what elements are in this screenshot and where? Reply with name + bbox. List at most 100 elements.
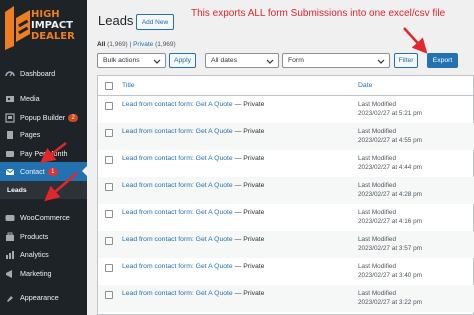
sidebar-item-marketing[interactable]: Marketing — [0, 264, 87, 283]
sidebar-item-analytics[interactable]: Analytics — [0, 245, 87, 264]
date-label: Last Modified — [358, 128, 397, 135]
lead-title-link[interactable]: Lead from contact form: Get A Quote — [122, 182, 233, 189]
annotation-text: This exports ALL form Submissions into o… — [191, 8, 446, 19]
logo[interactable]: HIGH IMPACT DEALER — [0, 0, 87, 56]
form-select[interactable]: Form — [282, 53, 390, 68]
form-value: Form — [288, 57, 304, 64]
sidebar-item-pay-per-month[interactable]: Pay Per Month — [0, 144, 87, 163]
bulk-actions-value: Bulk actions — [103, 57, 140, 64]
date-label: Last Modified — [358, 101, 397, 108]
row-checkbox[interactable] — [105, 183, 113, 191]
analytics-icon — [4, 249, 15, 260]
mail-icon — [4, 166, 15, 177]
pay-icon — [4, 148, 15, 159]
lead-title-link[interactable]: Lead from contact form: Get A Quote — [122, 155, 233, 162]
post-status: — Private — [232, 128, 265, 135]
table-row: Lead from contact form: Get A Quote — Pr… — [98, 150, 474, 177]
date-label: Last Modified — [358, 290, 397, 297]
sidebar-item-woocommerce[interactable]: WooCommerce — [0, 208, 87, 227]
media-icon — [4, 93, 15, 104]
row-title: Lead from contact form: Get A Quote — Pr… — [122, 155, 264, 162]
apply-button[interactable]: Apply — [169, 53, 196, 68]
chevron-down-icon — [266, 59, 274, 64]
status-filters: All (1,969) | Private (1,969) — [97, 41, 176, 48]
column-title[interactable]: Title — [122, 82, 135, 89]
logo-line-2: IMPACT — [31, 20, 73, 31]
table-row: Lead from contact form: Get A Quote — Pr… — [98, 285, 474, 312]
filter-private[interactable]: Private — [133, 41, 153, 48]
pages-icon — [4, 129, 15, 140]
sidebar-item-products[interactable]: Products — [0, 227, 87, 246]
logo-line-1: HIGH — [31, 9, 60, 20]
row-checkbox[interactable] — [105, 210, 113, 218]
filter-all-count: (1,969) — [107, 41, 128, 48]
row-checkbox[interactable] — [105, 129, 113, 137]
woo-icon — [4, 212, 15, 223]
post-status: — Private — [232, 209, 265, 216]
date-value: 2023/02/27 at 4:44 pm — [358, 164, 422, 171]
table-row: Lead from contact form: Get A Quote — Pr… — [98, 96, 474, 123]
chevron-down-icon — [377, 59, 385, 64]
date-label: Last Modified — [358, 236, 397, 243]
lead-title-link[interactable]: Lead from contact form: Get A Quote — [122, 209, 233, 216]
date-label: Last Modified — [358, 155, 397, 162]
date-value: 2023/02/27 at 4:55 pm — [358, 137, 422, 144]
export-button[interactable]: Export — [427, 53, 458, 68]
row-title: Lead from contact form: Get A Quote — Pr… — [122, 128, 264, 135]
bulk-actions-select[interactable]: Bulk actions — [97, 53, 166, 68]
logo-line-3: DEALER — [31, 31, 75, 42]
sidebar-item-pages[interactable]: Pages — [0, 125, 87, 144]
filter-all[interactable]: All — [97, 41, 105, 48]
row-checkbox[interactable] — [105, 264, 113, 272]
dates-select[interactable]: All dates — [205, 53, 279, 68]
dates-value: All dates — [211, 57, 238, 64]
date-label: Last Modified — [358, 263, 397, 270]
leads-table: Title Date Lead from contact form: Get A… — [97, 75, 474, 315]
row-title: Lead from contact form: Get A Quote — Pr… — [122, 290, 264, 297]
post-status: — Private — [232, 155, 265, 162]
column-date[interactable]: Date — [358, 82, 372, 89]
row-checkbox[interactable] — [105, 156, 113, 164]
post-status: — Private — [232, 236, 265, 243]
row-title: Lead from contact form: Get A Quote — Pr… — [122, 236, 264, 243]
date-label: Last Modified — [358, 182, 397, 189]
row-checkbox[interactable] — [105, 237, 113, 245]
row-checkbox[interactable] — [105, 102, 113, 110]
popup-icon — [4, 112, 15, 123]
lead-title-link[interactable]: Lead from contact form: Get A Quote — [122, 263, 233, 270]
row-checkbox[interactable] — [105, 291, 113, 299]
add-new-button[interactable]: Add New — [136, 14, 174, 30]
lead-title-link[interactable]: Lead from contact form: Get A Quote — [122, 101, 233, 108]
date-value: 2023/02/27 at 3:22 pm — [358, 299, 422, 306]
submenu-item-leads[interactable]: Leads — [0, 181, 87, 199]
lead-title-link[interactable]: Lead from contact form: Get A Quote — [122, 128, 233, 135]
appearance-icon — [4, 292, 15, 303]
notification-badge: 1 — [47, 167, 58, 176]
table-row: Lead from contact form: Get A Quote — Pr… — [98, 258, 474, 285]
table-row: Lead from contact form: Get A Quote — Pr… — [98, 231, 474, 258]
filter-button[interactable]: Filter — [394, 53, 418, 68]
date-value: 2023/02/27 at 5:21 pm — [358, 110, 422, 117]
date-value: 2023/02/27 at 3:40 pm — [358, 272, 422, 279]
notification-badge: 2 — [68, 113, 79, 122]
sidebar-item-contact[interactable]: Contact 1 — [0, 162, 87, 181]
lead-title-link[interactable]: Lead from contact form: Get A Quote — [122, 290, 233, 297]
lead-title-link[interactable]: Lead from contact form: Get A Quote — [122, 236, 233, 243]
sidebar-item-media[interactable]: Media — [0, 89, 87, 108]
table-row: Lead from contact form: Get A Quote — Pr… — [98, 204, 474, 231]
table-header: Title Date — [98, 76, 474, 96]
sidebar-item-dashboard[interactable]: Dashboard — [0, 64, 87, 83]
sidebar-item-appearance[interactable]: Appearance — [0, 288, 87, 307]
post-status: — Private — [232, 263, 265, 270]
page-title: Leads — [98, 13, 134, 28]
table-row: Lead from contact form: Get A Quote — Pr… — [98, 123, 474, 150]
select-all-checkbox[interactable] — [105, 82, 113, 90]
sidebar-item-label: Pages — [20, 130, 41, 139]
filter-private-count: (1,969) — [155, 41, 176, 48]
chevron-down-icon — [153, 59, 161, 64]
sidebar-item-label: Products — [20, 232, 49, 241]
post-status: — Private — [232, 290, 265, 297]
filter-separator: | — [129, 41, 132, 48]
dashboard-icon — [4, 68, 15, 79]
table-row: Lead from contact form: Get A Quote — Pr… — [98, 177, 474, 204]
